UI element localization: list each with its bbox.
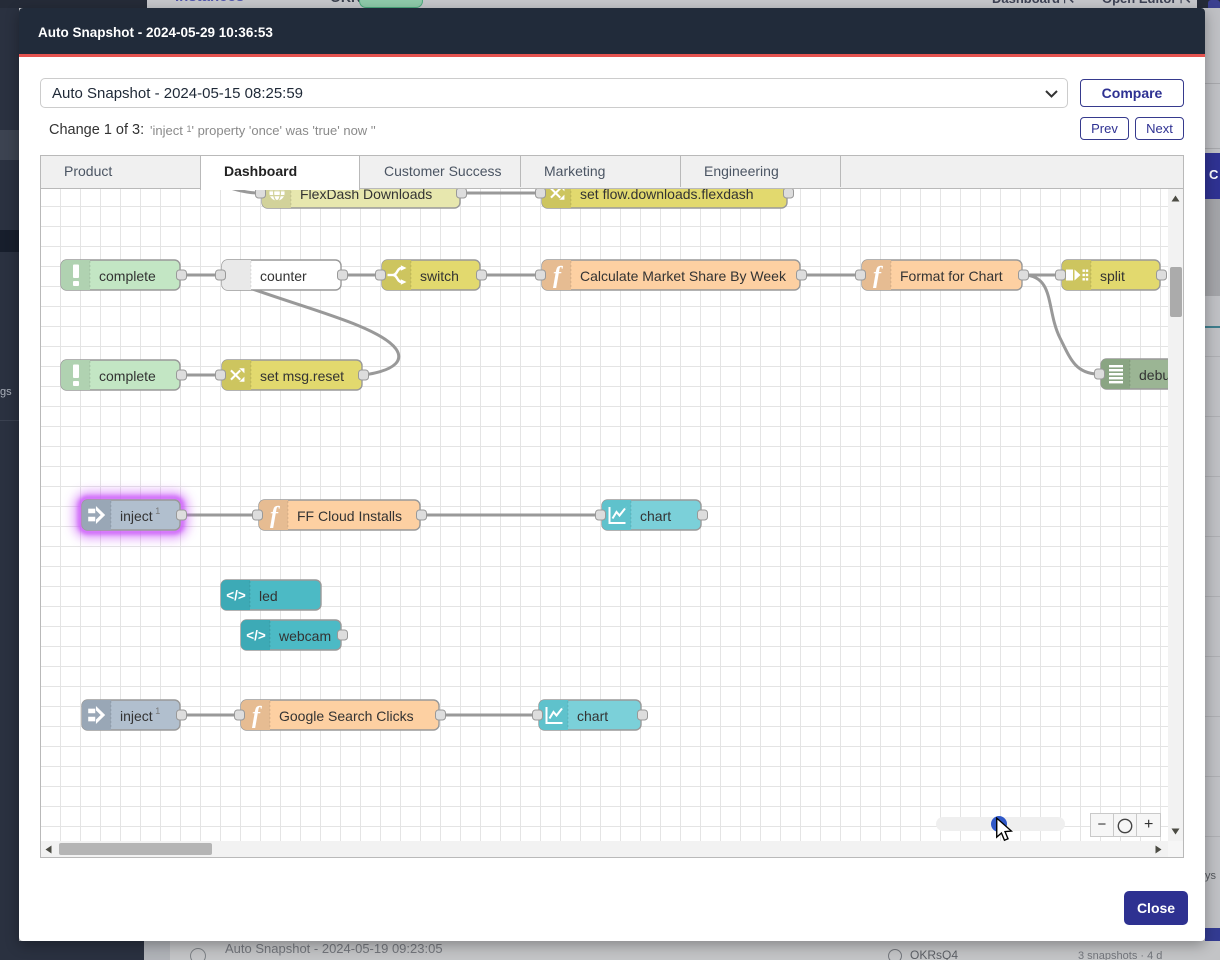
svg-text:chart: chart [577, 708, 608, 724]
svg-text:FF Cloud Installs: FF Cloud Installs [297, 508, 402, 524]
svg-text:split: split [1100, 268, 1125, 284]
svg-text:chart: chart [640, 508, 671, 524]
svg-text:Calculate Market Share By Week: Calculate Market Share By Week [580, 268, 787, 284]
svg-text:counter: counter [260, 268, 307, 284]
svg-text:FlexDash Downloads: FlexDash Downloads [300, 189, 432, 202]
svg-text:led: led [259, 588, 278, 604]
svg-text:</>: </> [246, 628, 266, 643]
svg-text:complete: complete [99, 268, 156, 284]
svg-text:Format for Chart: Format for Chart [900, 268, 1003, 284]
svg-text:set msg.reset: set msg.reset [260, 368, 344, 384]
svg-text:debug: debug [1139, 367, 1168, 383]
svg-text:</>: </> [226, 588, 246, 603]
svg-text:Google Search Clicks: Google Search Clicks [279, 708, 414, 724]
svg-text:set flow.downloads.flexdash: set flow.downloads.flexdash [580, 189, 754, 202]
svg-text:webcam: webcam [278, 628, 331, 644]
svg-text:complete: complete [99, 368, 156, 384]
svg-text:switch: switch [420, 268, 459, 284]
